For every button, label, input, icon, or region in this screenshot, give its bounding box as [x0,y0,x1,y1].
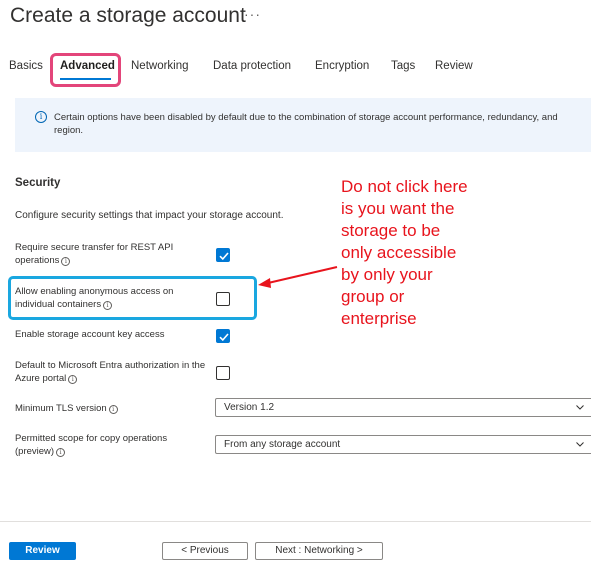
key-access-checkbox[interactable] [216,329,230,343]
footer-divider [0,521,591,522]
copy-scope-select[interactable]: From any storage account [215,435,591,454]
section-description: Configure security settings that impact … [15,210,284,221]
tls-version-select[interactable]: Version 1.2 [215,398,591,417]
secure-transfer-label: Require secure transfer for REST API ope… [15,241,205,267]
review-button[interactable]: Review [9,542,76,560]
info-icon[interactable]: i [103,301,113,310]
tab-data-protection[interactable]: Data protection [213,60,291,72]
copy-scope-value: From any storage account [224,439,341,450]
annotation-text: Do not click here is you want the storag… [341,177,468,328]
entra-auth-label: Default to Microsoft Entra authorization… [15,359,213,385]
copy-scope-label: Permitted scope for copy operations (pre… [15,432,205,458]
anonymous-access-text: Allow enabling anonymous access on indiv… [15,286,174,310]
info-icon[interactable]: i [56,448,66,457]
info-icon[interactable]: i [108,405,118,414]
info-banner: i Certain options have been disabled by … [15,98,591,152]
info-icon[interactable]: i [61,257,71,266]
info-icon: i [35,111,47,123]
section-title: Security [15,177,61,189]
tab-review[interactable]: Review [435,60,473,72]
entra-auth-text: Default to Microsoft Entra authorization… [15,360,206,384]
entra-auth-checkbox[interactable] [216,366,230,380]
anonymous-access-checkbox[interactable] [216,292,230,306]
next-button[interactable]: Next : Networking > [255,542,383,560]
anonymous-access-label: Allow enabling anonymous access on indiv… [15,285,205,311]
page-title: Create a storage account [10,4,246,27]
copy-scope-text: Permitted scope for copy operations (pre… [15,433,168,457]
chevron-down-icon [576,442,584,447]
info-text: Certain options have been disabled by de… [54,112,558,136]
tab-encryption[interactable]: Encryption [315,60,369,72]
tls-version-value: Version 1.2 [224,402,275,413]
secure-transfer-text: Require secure transfer for REST API ope… [15,242,174,266]
chevron-down-icon [576,405,584,410]
more-options-icon[interactable]: ··· [244,6,261,22]
tls-label-text: Minimum TLS version [15,403,107,414]
tab-networking[interactable]: Networking [131,60,189,72]
checkmark-icon [219,252,229,261]
tab-highlight-annotation [50,53,121,87]
tab-basics[interactable]: Basics [9,60,43,72]
info-icon[interactable]: i [68,375,78,384]
previous-button[interactable]: < Previous [162,542,248,560]
secure-transfer-checkbox[interactable] [216,248,230,262]
tls-label: Minimum TLS version i [15,402,205,415]
tab-tags[interactable]: Tags [391,60,415,72]
checkmark-icon [219,333,229,342]
key-access-label: Enable storage account key access [15,329,165,340]
